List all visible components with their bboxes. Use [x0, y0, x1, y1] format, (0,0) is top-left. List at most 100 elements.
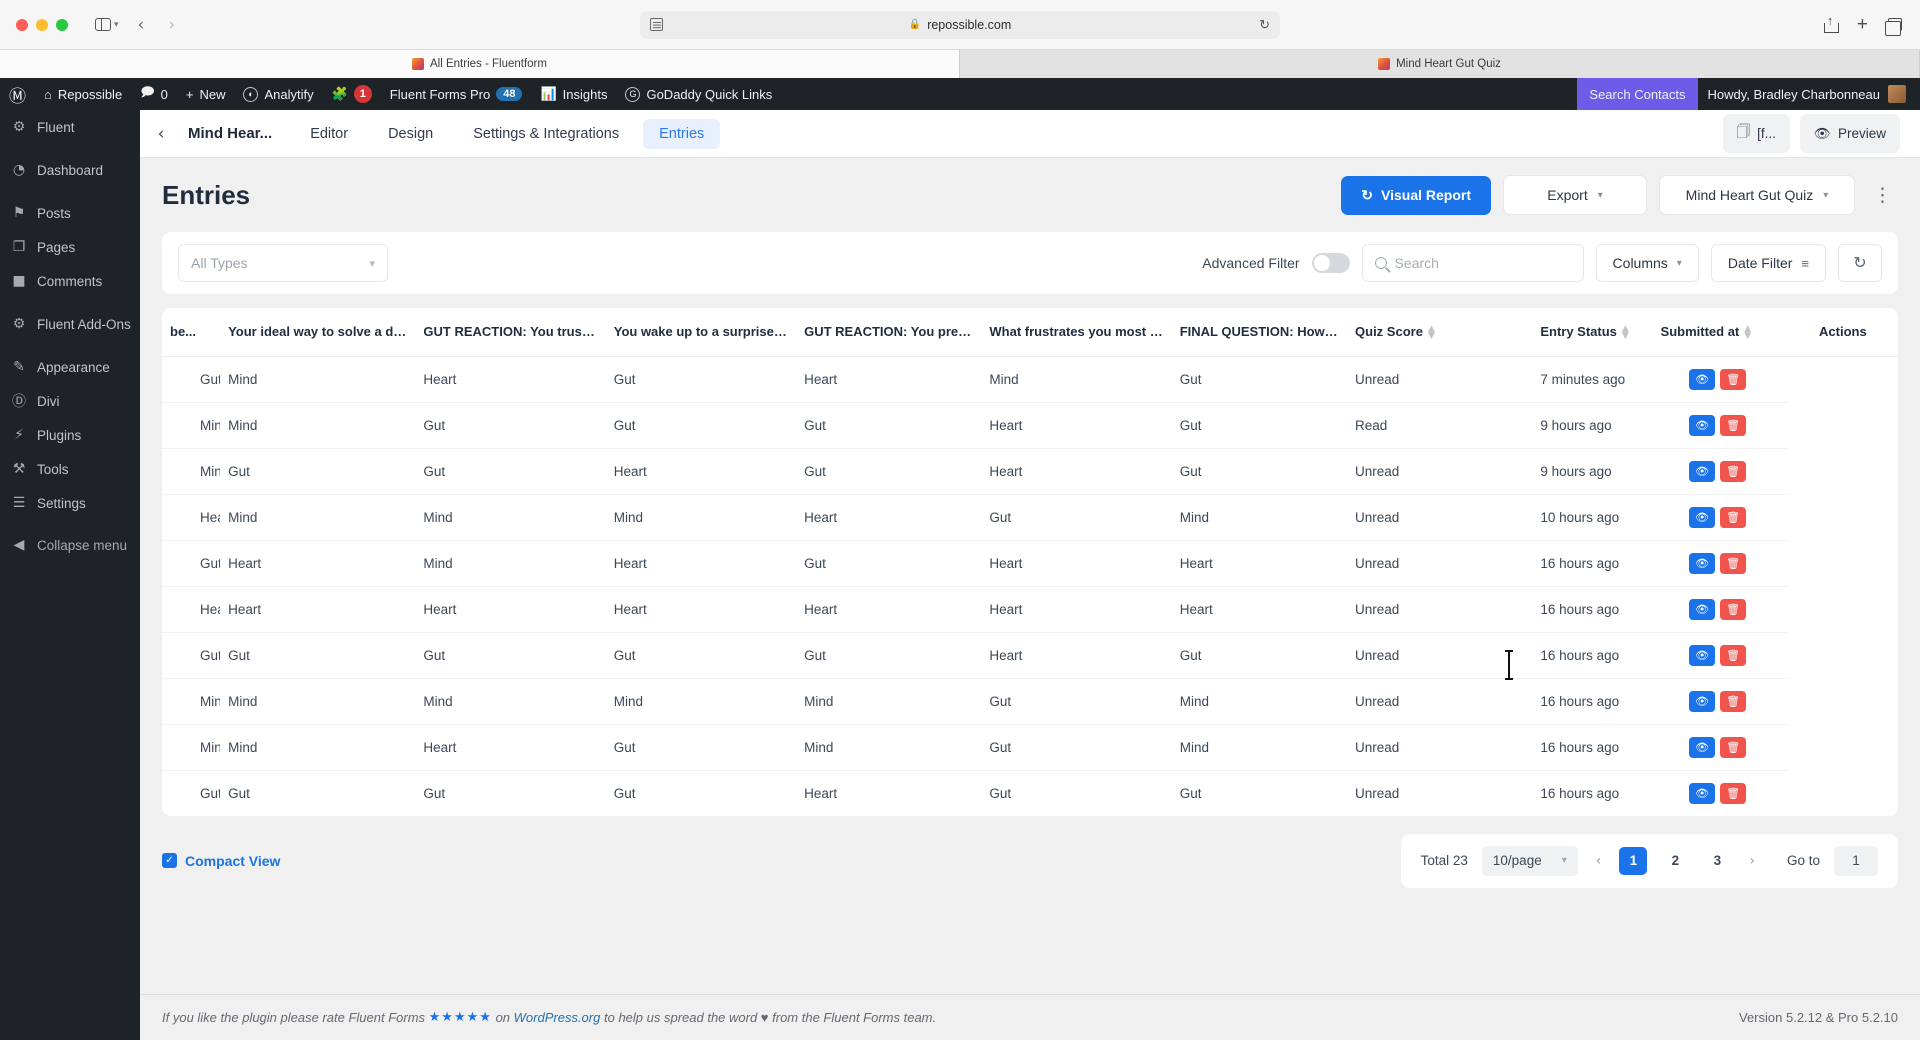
- view-entry-button[interactable]: 👁: [1689, 414, 1716, 436]
- search-input[interactable]: Search: [1361, 244, 1584, 282]
- howdy-user-menu[interactable]: Howdy, Bradley Charbonneau: [1698, 85, 1920, 103]
- browser-forward-button[interactable]: ›: [158, 15, 185, 35]
- view-entry-button[interactable]: 👁: [1689, 644, 1716, 666]
- preview-button[interactable]: 👁 Preview: [1799, 114, 1900, 153]
- sidebar-item-fluent[interactable]: ⚙ Fluent: [0, 110, 140, 144]
- reader-view-icon[interactable]: [650, 18, 663, 31]
- analytify-menu[interactable]: ◐ Analytify: [234, 78, 322, 110]
- table-row[interactable]: Gut Gut Gut Gut Heart Gut Gut Unread 16 hours ag…: [162, 770, 1898, 816]
- sidebar-item-plugins[interactable]: ⚡ Plugins: [0, 418, 140, 452]
- sidebar-item-settings[interactable]: ☰ Settings: [0, 486, 140, 520]
- minimize-window-button[interactable]: [36, 18, 48, 31]
- col-header-4[interactable]: GUT REACTION: You prefer...▲▼: [796, 308, 982, 357]
- table-row[interactable]: MindMindGutGutGutHeartGutRead9 hours ago…: [162, 402, 1898, 449]
- delete-entry-button[interactable]: 🗑: [1720, 736, 1747, 758]
- sidebar-item-dashboard[interactable]: ◔ Dashboard: [0, 153, 140, 187]
- advanced-filter-toggle[interactable]: [1311, 253, 1350, 273]
- sidebar-toggle-button[interactable]: ▾: [90, 15, 124, 34]
- close-window-button[interactable]: [16, 18, 28, 31]
- table-row[interactable]: MindGutGutHeartGutHeartGutUnread9 hours …: [162, 448, 1898, 495]
- reload-icon[interactable]: ↻: [1259, 17, 1270, 33]
- compact-view-checkbox[interactable]: ✓ Compact View: [162, 853, 280, 869]
- date-filter-button[interactable]: Date Filter ≡: [1710, 244, 1826, 282]
- share-icon[interactable]: [1823, 13, 1839, 33]
- delete-entry-button[interactable]: 🗑: [1720, 644, 1747, 666]
- sidebar-item-divi[interactable]: Ⓓ Divi: [0, 384, 140, 418]
- col-header-9[interactable]: Submitted at ▲ ▼: [1652, 308, 1788, 357]
- sidebar-item-tools[interactable]: ⚒ Tools: [0, 452, 140, 486]
- wp-logo-menu[interactable]: Ⓜ: [0, 78, 35, 110]
- col-header-6[interactable]: FINAL QUESTION: How do you u...: [1171, 308, 1348, 357]
- sidebar-item-posts[interactable]: ⚑ Posts: [0, 196, 140, 230]
- maximize-window-button[interactable]: [56, 18, 68, 31]
- export-button[interactable]: Export ▾: [1503, 175, 1647, 215]
- view-entry-button[interactable]: 👁: [1689, 552, 1716, 574]
- view-entry-button[interactable]: 👁: [1689, 782, 1716, 804]
- col-header-2[interactable]: GUT REACTION: You trust... ▲▼: [415, 308, 606, 357]
- view-entry-button[interactable]: 👁: [1689, 460, 1716, 482]
- col-header-3[interactable]: You wake up to a surprise day o...: [605, 308, 797, 357]
- window-traffic-lights[interactable]: [0, 18, 68, 31]
- col-header-7[interactable]: Quiz Score ▲ ▼: [1347, 308, 1533, 357]
- new-content-menu[interactable]: + New: [177, 78, 235, 110]
- form-select-dropdown[interactable]: Mind Heart Gut Quiz ▾: [1659, 175, 1855, 215]
- col-header-5[interactable]: What frustrates you most when ...: [981, 308, 1172, 357]
- view-entry-button[interactable]: 👁: [1689, 690, 1716, 712]
- delete-entry-button[interactable]: 🗑: [1720, 782, 1747, 804]
- insights-menu[interactable]: 📊 Insights: [531, 78, 616, 110]
- table-row[interactable]: HeartHeartHeartHeartHeartHeartHeartUnrea…: [162, 586, 1898, 633]
- columns-button[interactable]: Columns ▾: [1595, 244, 1699, 282]
- browser-back-button[interactable]: ‹: [128, 15, 155, 35]
- sort-icon[interactable]: ▲▼: [1744, 324, 1751, 340]
- tab-design[interactable]: Design: [372, 119, 449, 149]
- search-contacts-button[interactable]: Search Contacts: [1577, 78, 1698, 110]
- view-entry-button[interactable]: 👁: [1689, 506, 1716, 528]
- col-header-8[interactable]: Entry Status ▲ ▼: [1532, 308, 1653, 357]
- delete-entry-button[interactable]: 🗑: [1720, 598, 1747, 620]
- per-page-select[interactable]: 10/page ▾: [1481, 845, 1578, 876]
- fluent-forms-menu[interactable]: Fluent Forms Pro 48: [381, 78, 532, 110]
- godaddy-menu[interactable]: G GoDaddy Quick Links: [616, 78, 781, 110]
- sidebar-item-pages[interactable]: ❐ Pages: [0, 230, 140, 264]
- address-bar[interactable]: 🔒 repossible.com ↻: [640, 10, 1280, 39]
- new-tab-icon[interactable]: +: [1857, 14, 1868, 36]
- type-filter-select[interactable]: All Types ▾: [178, 244, 388, 282]
- view-entry-button[interactable]: 👁: [1689, 598, 1716, 620]
- tab-editor[interactable]: Editor: [294, 119, 364, 149]
- refresh-button[interactable]: ↻: [1838, 244, 1882, 282]
- prev-page-button[interactable]: ‹: [1592, 853, 1606, 869]
- delete-entry-button[interactable]: 🗑: [1720, 414, 1747, 436]
- sort-icon[interactable]: ▲▼: [602, 324, 606, 340]
- goto-page-input[interactable]: 1: [1834, 845, 1878, 876]
- sidebar-item-fluent-addons[interactable]: ⚙ Fluent Add-Ons: [0, 307, 140, 341]
- tab-overview-icon[interactable]: [1885, 18, 1902, 36]
- table-row[interactable]: MindMindHeartGutMindGutMindUnread16 hour…: [162, 724, 1898, 771]
- table-row[interactable]: MindMindMindMindMindGutMindUnread16 hour…: [162, 678, 1898, 725]
- visual-report-button[interactable]: ↻ Visual Report: [1341, 175, 1491, 215]
- tab-settings-integrations[interactable]: Settings & Integrations: [457, 119, 635, 149]
- yoast-menu[interactable]: 🧩 1: [323, 78, 381, 110]
- tab-entries[interactable]: Entries: [643, 118, 721, 149]
- page-button-3[interactable]: 3: [1703, 847, 1731, 875]
- more-vertical-icon[interactable]: ⋮: [1867, 185, 1898, 205]
- table-row[interactable]: HeartMindMindMindHeartGutMindUnread10 ho…: [162, 494, 1898, 541]
- table-row[interactable]: Gut Gut Gut Gut Gut Heart Gut Unread 16 hours ag…: [162, 632, 1898, 679]
- delete-entry-button[interactable]: 🗑: [1720, 552, 1747, 574]
- wordpress-org-link[interactable]: WordPress.org: [514, 1010, 601, 1025]
- delete-entry-button[interactable]: 🗑: [1720, 690, 1747, 712]
- next-page-button[interactable]: ›: [1745, 853, 1759, 869]
- col-header-0[interactable]: be...: [162, 308, 221, 357]
- delete-entry-button[interactable]: 🗑: [1720, 368, 1747, 390]
- rating-stars-icon[interactable]: ★★★★★: [429, 1010, 492, 1025]
- sort-icon[interactable]: ▲▼: [1428, 324, 1435, 340]
- delete-entry-button[interactable]: 🗑: [1720, 460, 1747, 482]
- table-row[interactable]: Gut Heart Mind Heart Gut Heart Heart Unread 16 h…: [162, 540, 1898, 587]
- browser-tab-1[interactable]: All Entries - Fluentform: [0, 50, 960, 78]
- view-entry-button[interactable]: 👁: [1689, 368, 1716, 390]
- sidebar-item-collapse-menu[interactable]: ◀ Collapse menu: [0, 528, 140, 562]
- site-name-menu[interactable]: ⌂ Repossible: [35, 78, 131, 110]
- delete-entry-button[interactable]: 🗑: [1720, 506, 1747, 528]
- page-button-2[interactable]: 2: [1661, 847, 1689, 875]
- comments-menu[interactable]: 🗩 0: [131, 78, 177, 110]
- shortcode-button[interactable]: 🗍 [f...: [1722, 114, 1790, 153]
